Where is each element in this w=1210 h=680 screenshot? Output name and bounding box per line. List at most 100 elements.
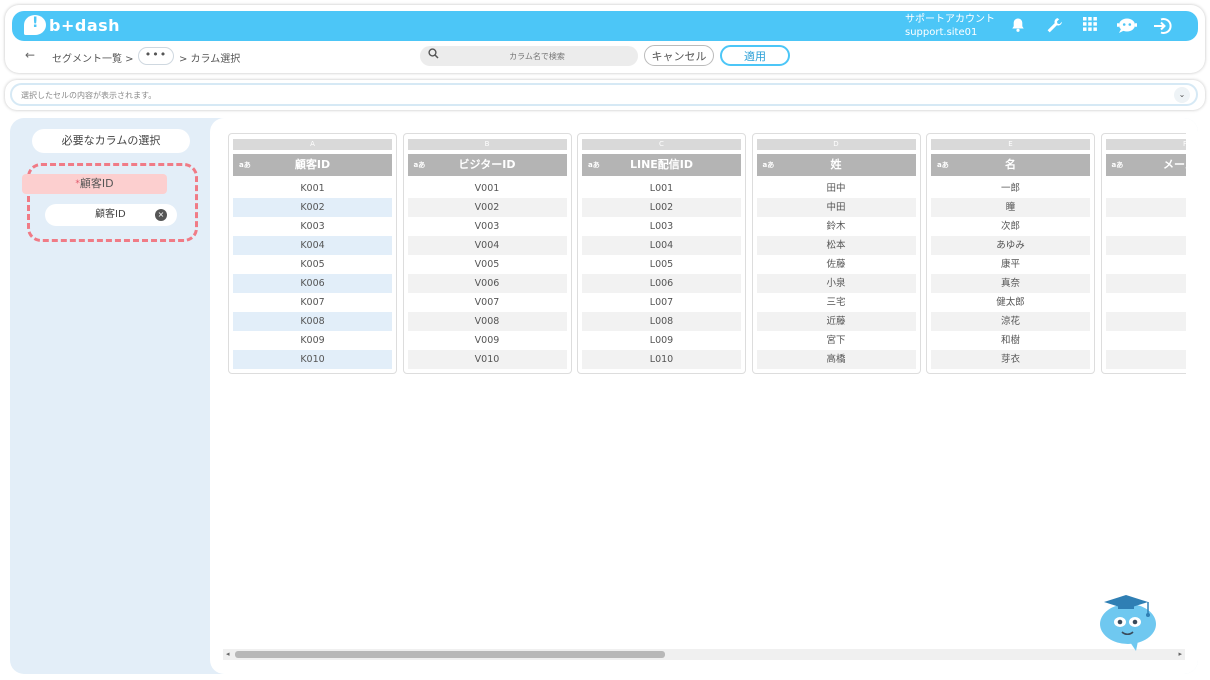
column-header[interactable]: aあ 姓 xyxy=(756,154,916,176)
logo-text: b+dash xyxy=(49,15,121,35)
table-cell[interactable]: V004 xyxy=(407,236,567,255)
chevron-down-icon[interactable]: ⌄ xyxy=(1174,87,1190,103)
table-cell[interactable]: L005 xyxy=(582,255,741,274)
horizontal-scrollbar[interactable]: ◂ ▸ xyxy=(223,649,1185,660)
logout-icon[interactable] xyxy=(1153,17,1173,35)
table-cell[interactable]: V010 xyxy=(407,350,567,369)
data-column[interactable]: Faあ メールア tanaka@tnakata@tsuzuki@tmatsumoto… xyxy=(1100,133,1187,374)
table-cell[interactable]: V001 xyxy=(408,179,567,198)
table-cell[interactable]: V003 xyxy=(408,217,567,236)
table-cell[interactable]: nakata@t xyxy=(1105,198,1186,217)
column-header[interactable]: aあ 名 xyxy=(931,154,1090,176)
table-cell[interactable]: V008 xyxy=(407,312,567,331)
column-header[interactable]: aあ メールア xyxy=(1105,154,1186,176)
close-icon[interactable]: × xyxy=(155,209,167,221)
column-letter: F xyxy=(1105,139,1186,150)
table-cell[interactable]: K003 xyxy=(233,217,392,236)
column-search-input[interactable] xyxy=(442,48,632,64)
back-arrow-icon[interactable]: ← xyxy=(25,48,35,62)
table-cell[interactable]: V009 xyxy=(408,331,567,350)
table-cell[interactable]: 高橋 xyxy=(756,350,916,369)
table-cell[interactable]: 佐藤 xyxy=(757,255,916,274)
apply-button[interactable]: 適用 xyxy=(720,45,790,66)
table-cell[interactable]: 宮下 xyxy=(757,331,916,350)
table-cell[interactable]: 中田 xyxy=(756,198,916,217)
wrench-icon[interactable] xyxy=(1045,17,1063,35)
table-cell[interactable]: K006 xyxy=(233,274,392,293)
table-cell[interactable]: L004 xyxy=(582,236,741,255)
mascot-assistant-icon[interactable] xyxy=(1098,590,1162,652)
table-cell[interactable]: K004 xyxy=(233,236,392,255)
column-letter: B xyxy=(407,139,567,150)
data-column[interactable]: Eaあ 名一郎瞳次郎 あゆみ 康平 真奈 健太郎 涼花 和樹 芽衣 xyxy=(926,133,1095,374)
table-cell[interactable]: 真奈 xyxy=(931,274,1090,293)
table-cell[interactable]: konndou@ xyxy=(1105,312,1186,331)
cancel-button[interactable]: キャンセル xyxy=(644,45,714,66)
table-cell[interactable]: 和樹 xyxy=(931,331,1090,350)
column-header[interactable]: aあ ビジターID xyxy=(407,154,567,176)
table-cell[interactable]: 健太郎 xyxy=(931,293,1090,312)
table-cell[interactable]: あゆみ xyxy=(931,236,1090,255)
table-cell[interactable]: 三宅 xyxy=(757,293,916,312)
data-column[interactable]: Daあ 姓田中 中田 鈴木 松本 佐藤 小泉 三宅 近藤 宮下 高橋 xyxy=(751,133,921,374)
table-cell[interactable]: L002 xyxy=(582,198,741,217)
table-cell[interactable]: 次郎 xyxy=(931,217,1090,236)
breadcrumb-more-button[interactable]: ••• xyxy=(138,47,174,65)
table-cell[interactable]: L007 xyxy=(582,293,741,312)
data-column[interactable]: Aaあ 顧客ID K001 K002 K003 K004 K005 K006 K007 K008 K… xyxy=(228,133,397,374)
table-cell[interactable]: 涼花 xyxy=(931,312,1090,331)
table-cell[interactable]: 芽衣 xyxy=(931,350,1090,369)
table-cell[interactable]: V007 xyxy=(408,293,567,312)
table-cell[interactable]: K005 xyxy=(233,255,392,274)
table-cell[interactable]: L010 xyxy=(582,350,741,369)
table-cell[interactable]: suzuki@t xyxy=(1106,217,1187,236)
table-cell[interactable]: miyake@t xyxy=(1106,293,1187,312)
table-cell[interactable]: K002 xyxy=(233,198,392,217)
column-header[interactable]: aあ 顧客ID xyxy=(233,154,392,176)
required-column-header: *顧客ID xyxy=(22,174,167,194)
table-cell[interactable]: V002 xyxy=(407,198,567,217)
column-name: 顧客ID xyxy=(294,158,331,171)
table-cell[interactable]: K008 xyxy=(233,312,392,331)
bell-icon[interactable] xyxy=(1009,17,1027,35)
table-cell[interactable]: 田中 xyxy=(757,179,916,198)
table-cell[interactable]: 康平 xyxy=(931,255,1090,274)
grid-icon[interactable] xyxy=(1081,17,1099,35)
breadcrumb-segment-list[interactable]: セグメント一覧 > xyxy=(52,50,134,65)
table-cell[interactable]: L008 xyxy=(582,312,741,331)
account-info[interactable]: サポートアカウント support.site01 xyxy=(905,13,995,39)
table-cell[interactable]: V006 xyxy=(407,274,567,293)
table-cell[interactable]: takahashi@ xyxy=(1105,350,1186,369)
table-cell[interactable]: koizumi@t xyxy=(1105,274,1186,293)
table-cell[interactable]: 近藤 xyxy=(756,312,916,331)
logo[interactable]: b+dash xyxy=(24,15,120,35)
scroll-right-icon[interactable]: ▸ xyxy=(1178,650,1182,658)
chat-bot-icon[interactable] xyxy=(1117,17,1137,35)
table-cell[interactable]: K010 xyxy=(233,350,392,369)
table-cell[interactable]: K007 xyxy=(233,293,392,312)
table-cell[interactable]: 鈴木 xyxy=(757,217,916,236)
cell-content-field[interactable]: 選択したセルの内容が表示されます。 ⌄ xyxy=(10,83,1198,106)
table-cell[interactable]: miyashita@ xyxy=(1106,331,1187,350)
scroll-left-icon[interactable]: ◂ xyxy=(226,650,230,658)
table-cell[interactable]: 小泉 xyxy=(756,274,916,293)
selected-column-chip[interactable]: 顧客ID × xyxy=(45,204,177,226)
scrollbar-thumb[interactable] xyxy=(235,651,665,658)
table-cell[interactable]: K009 xyxy=(233,331,392,350)
data-column[interactable]: Caあ LINE配信ID L001 L002 L003 L004 L005 L006 L007 L… xyxy=(577,133,746,374)
table-cell[interactable]: 一郎 xyxy=(931,179,1090,198)
table-cell[interactable]: L001 xyxy=(582,179,741,198)
table-cell[interactable]: satou@t xyxy=(1106,255,1187,274)
table-cell[interactable]: tanaka@t xyxy=(1106,179,1187,198)
table-cell[interactable]: L009 xyxy=(582,331,741,350)
table-cell[interactable]: V005 xyxy=(408,255,567,274)
table-cell[interactable]: L003 xyxy=(582,217,741,236)
column-header[interactable]: aあ LINE配信ID xyxy=(582,154,741,176)
text-type-icon: aあ xyxy=(762,161,775,169)
table-cell[interactable]: matsumoto@t xyxy=(1105,236,1186,255)
data-column[interactable]: Baあ ビジターID V001 V002 V003 V004 V005 V006 V007 V00… xyxy=(402,133,572,374)
table-cell[interactable]: 松本 xyxy=(756,236,916,255)
table-cell[interactable]: 瞳 xyxy=(931,198,1090,217)
table-cell[interactable]: L006 xyxy=(582,274,741,293)
table-cell[interactable]: K001 xyxy=(233,179,392,198)
